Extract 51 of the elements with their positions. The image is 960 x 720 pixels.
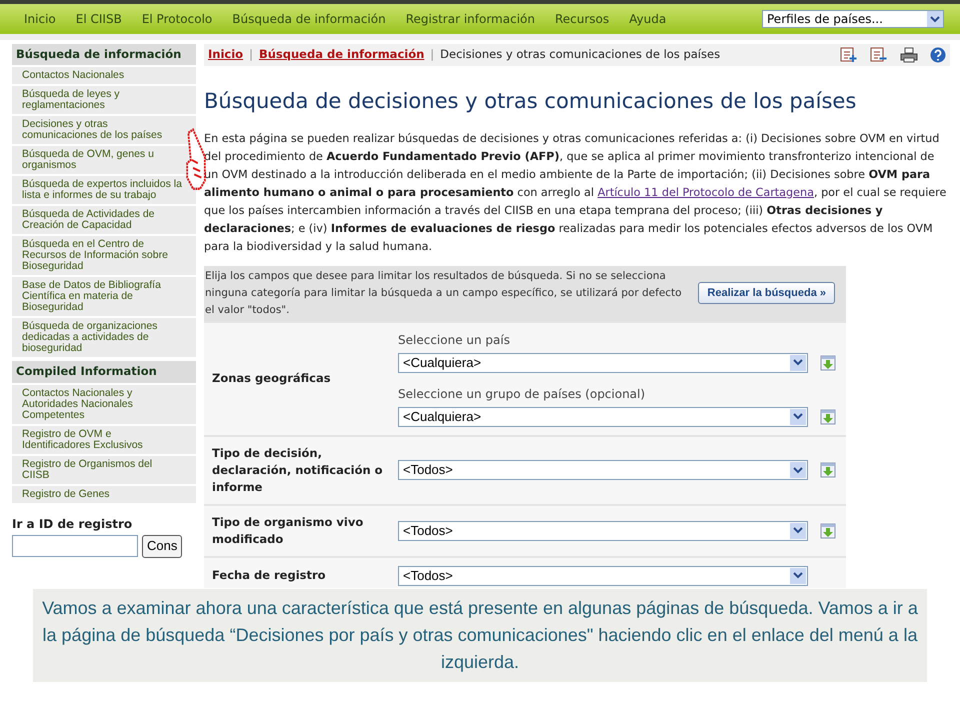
nav-link[interactable]: Recursos	[554, 10, 610, 28]
sidebar-heading: Compiled Information	[12, 361, 196, 382]
field-caption: Seleccione un grupo de países (opcional)	[398, 386, 646, 402]
dropdown-field[interactable]: <Todos>	[398, 520, 808, 540]
sidebar-link[interactable]: Contactos Nacionales	[12, 67, 196, 84]
criteria-label: Tipo de organismo vivo modificado	[212, 514, 364, 548]
breadcrumb-separator: |	[430, 46, 434, 64]
hand-pointer-icon	[186, 128, 206, 192]
dropdown-field[interactable]: <Todos>	[398, 566, 808, 586]
sidebar-link[interactable]: Búsqueda de leyes y reglamentaciones	[12, 86, 196, 114]
field-caption: Seleccione un país	[398, 332, 511, 348]
dropdown-field[interactable]: <Todos>	[398, 460, 808, 480]
nav-link[interactable]: Registrar información	[406, 10, 535, 28]
sidebar-link[interactable]: Búsqueda de Actividades de Creación de Capacidad	[12, 206, 196, 234]
nav-link[interactable]: El Protocolo	[142, 10, 212, 28]
print-icon[interactable]	[900, 47, 918, 63]
sidebar-link[interactable]: Búsqueda de expertos incluidos la lista e informes de su trabajo	[12, 176, 196, 204]
help-icon[interactable]	[930, 47, 946, 63]
sidebar-link[interactable]: Registro de Genes	[12, 486, 196, 502]
sidebar-link[interactable]: Decisiones y otras comunicaciones de los países	[12, 116, 196, 144]
sidebar-link[interactable]: Contactos Nacionales y Autoridades Nacionales Competentes	[12, 384, 196, 424]
tutorial-caption: Vamos a examinar ahora una característica que está presente en algunas páginas de búsqueda. Vamos a ir a la página de búsqueda “Decisiones por país y otras comunicaciones" haciendo clic en el enlace del menú a la izquierda.	[33, 589, 927, 682]
profile-dropdown[interactable]: Perfiles de países...	[762, 10, 944, 28]
zoom-in-icon[interactable]	[840, 47, 858, 63]
nav-link[interactable]: Inicio	[24, 10, 56, 28]
criteria-label: Fecha de registro	[212, 567, 327, 584]
breadcrumb-current: Decisiones y otras comunicaciones de los países	[440, 46, 722, 64]
nav-link[interactable]: Búsqueda de información	[232, 10, 386, 28]
breadcrumb-link[interactable]: Inicio	[208, 46, 244, 64]
search-hint: Elija los campos que desee para limitar los resultados de búsqueda. Si no se selecciona ninguna categoría para limitar la búsqueda a un campo específico, se utilizará por defecto el valor "todos".	[205, 268, 683, 318]
nav-link[interactable]: El CIISB	[76, 10, 122, 28]
sidebar-link[interactable]: Búsqueda en el Centro de Recursos de Información sobre Bioseguridad	[12, 236, 196, 276]
sidebar-link[interactable]: Búsqueda de organizaciones dedicadas a actividades de bioseguridad	[12, 318, 196, 358]
sidebar-link[interactable]: Registro de OVM e Identificadores Exclusivos	[12, 426, 196, 454]
breadcrumb-separator: |	[249, 46, 253, 64]
lookup-button[interactable]: Cons	[142, 534, 182, 558]
record-id-field[interactable]	[12, 535, 138, 557]
sidebar-link[interactable]: Registro de Organismos del CIISB	[12, 456, 196, 484]
zoom-out-icon[interactable]	[870, 47, 888, 63]
search-button[interactable]: Realizar la búsqueda »	[698, 282, 835, 304]
criteria-label: Zonas geográficas	[212, 370, 332, 387]
page-title: Búsqueda de decisiones y otras comunicaciones de los países	[204, 88, 858, 115]
dropdown-field[interactable]: <Cualquiera>	[398, 406, 808, 426]
breadcrumb-link[interactable]: Búsqueda de información	[258, 46, 424, 64]
dropdown-field[interactable]: <Cualquiera>	[398, 352, 808, 372]
protocol-link[interactable]: Artículo 11 del Protocolo de Cartagena	[598, 186, 814, 198]
sidebar-heading: Búsqueda de información	[12, 44, 196, 66]
goto-label: Ir a ID de registro	[12, 516, 134, 532]
criteria-label: Tipo de decisión, declaración, notificación o informe	[212, 444, 384, 496]
sidebar-link[interactable]: Base de Datos de Bibliografía Científica en materia de Bioseguridad	[12, 277, 196, 316]
nav-link[interactable]: Ayuda	[629, 10, 666, 28]
